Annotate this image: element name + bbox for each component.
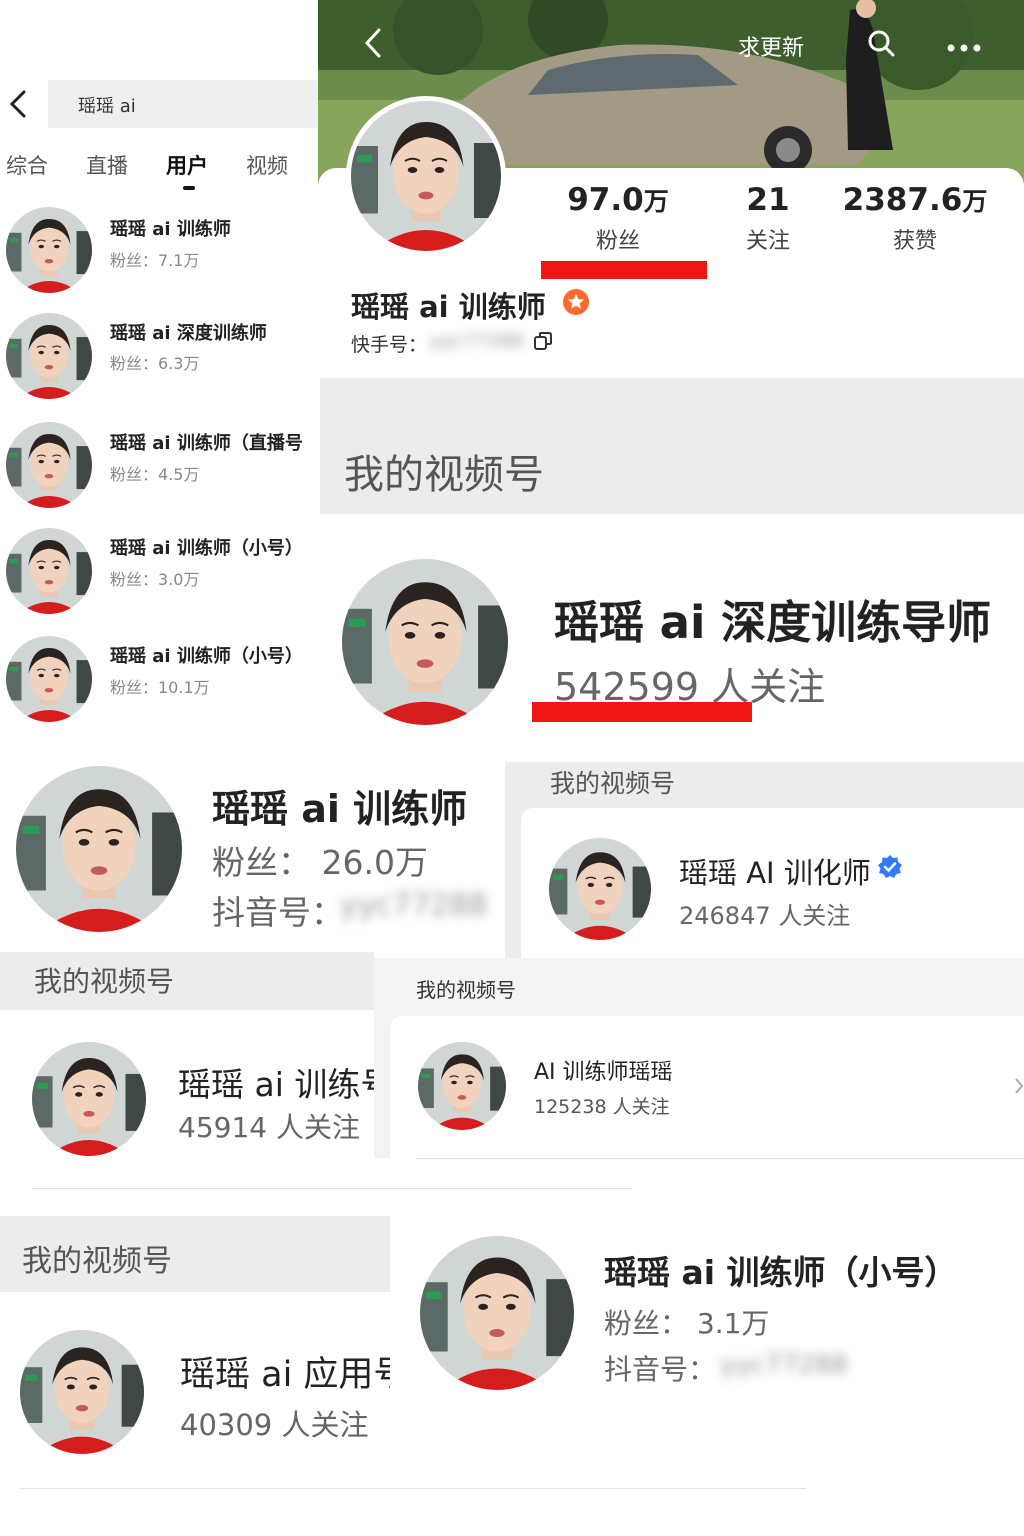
channel-followers: 40309 人关注 <box>180 1408 369 1442</box>
user-fans: 粉丝：7.1万 <box>110 251 200 270</box>
divider <box>32 1188 632 1189</box>
channel-followers: 45914 人关注 <box>178 1111 360 1144</box>
avatar <box>420 1236 574 1390</box>
channel-ai-trainer-panel: 我的视频号 AI 训练师瑶瑶 125238 人关注 <box>374 958 1024 1158</box>
tab-comprehensive[interactable]: 综合 <box>6 150 48 180</box>
copy-icon[interactable] <box>533 331 553 351</box>
channel-name: AI 训练师瑶瑶 <box>534 1060 673 1085</box>
back-arrow-icon[interactable] <box>6 88 32 120</box>
kuaishou-id-value: yyc77288 <box>430 330 524 352</box>
search-results-panel: 瑶瑶 ai 综合 直播 用户 视频 瑶瑶 ai 训练师 粉丝：7.1万 瑶瑶 a… <box>0 0 318 735</box>
highlight-underline <box>541 261 707 279</box>
channel-card[interactable]: 瑶瑶 ai 应用号 40309 人关注 <box>0 1292 410 1492</box>
avatar <box>6 422 92 508</box>
douyin-id-value: yyc77288 <box>720 1350 848 1380</box>
user-name: 瑶瑶 ai 训练师（小号） <box>110 538 303 559</box>
divider <box>20 1488 806 1489</box>
channel-name: 瑶瑶 ai 训练号 <box>178 1065 374 1104</box>
user-fans: 粉丝：4.5万 <box>110 465 200 484</box>
channel-section-header: 我的视频号 <box>0 952 374 1010</box>
verified-badge-icon <box>877 854 903 880</box>
chevron-right-icon[interactable] <box>1014 1076 1024 1096</box>
section-title: 我的视频号 <box>34 965 175 998</box>
tab-live[interactable]: 直播 <box>86 150 128 180</box>
tab-videos[interactable]: 视频 <box>246 150 288 180</box>
kuaishou-id-label: 快手号： <box>351 334 428 356</box>
search-query-text: 瑶瑶 ai <box>78 96 136 117</box>
search-icon[interactable] <box>866 28 896 58</box>
section-title: 我的视频号 <box>416 978 516 1002</box>
channel-section-header: 我的视频号 <box>0 1216 390 1292</box>
douyin-id-label: 抖音号： <box>604 1353 717 1386</box>
channel-verified-panel: 我的视频号 瑶瑶 AI 训化师 246847 人关注 <box>505 762 1024 958</box>
avatar <box>549 838 651 940</box>
back-arrow-icon[interactable] <box>360 26 386 60</box>
section-title: 我的视频号 <box>550 769 676 798</box>
more-icon[interactable] <box>946 38 986 52</box>
channel-card[interactable]: 瑶瑶 ai 深度训练导师 542599 人关注 <box>318 514 1024 762</box>
profile-name: 瑶瑶 ai 训练师 <box>351 290 546 324</box>
user-name: 瑶瑶 ai 训练师（小号） <box>110 646 303 667</box>
avatar <box>6 528 92 614</box>
section-title: 我的视频号 <box>344 452 544 498</box>
kuaishou-profile-panel: 求更新 97.0万 粉丝 21 关注 2387.6万 获赞 瑶瑶 ai 训练师 … <box>318 0 1024 378</box>
channel-followers: 125238 人关注 <box>534 1096 670 1118</box>
channel-section-header: 我的视频号 <box>320 378 1024 514</box>
douyin-id-label: 抖音号： <box>212 893 344 932</box>
request-update-button[interactable]: 求更新 <box>738 30 804 62</box>
avatar <box>6 636 92 722</box>
star-badge-icon <box>562 288 590 316</box>
channel-followers: 246847 人关注 <box>679 902 851 930</box>
channel-name: 瑶瑶 AI 训化师 <box>679 856 871 890</box>
avatar <box>6 207 92 293</box>
user-name: 瑶瑶 ai 训练师（直播号 <box>110 433 303 454</box>
section-title: 我的视频号 <box>22 1244 172 1279</box>
channel-card[interactable]: 瑶瑶 ai 训练号 45914 人关注 <box>0 1010 374 1190</box>
avatar <box>20 1330 144 1454</box>
user-name: 瑶瑶 ai 训练师 <box>110 219 231 240</box>
user-fans: 粉丝：6.3万 <box>110 354 200 373</box>
douyin-profile-card[interactable]: 瑶瑶 ai 训练师 粉丝： 26.0万 抖音号： yyc77288 <box>0 740 505 952</box>
stat-fans-label: 粉丝 <box>595 229 640 254</box>
channel-name: 瑶瑶 ai 深度训练导师 <box>554 596 992 649</box>
douyin-id-value: yyc77288 <box>340 888 488 923</box>
channel-card[interactable]: 瑶瑶 AI 训化师 246847 人关注 <box>521 808 1024 958</box>
avatar <box>418 1042 506 1130</box>
avatar <box>32 1042 146 1156</box>
search-input[interactable]: 瑶瑶 ai <box>48 80 318 128</box>
stat-following-number[interactable]: 21 <box>683 182 853 218</box>
stat-likes-number[interactable]: 2387.6万 <box>830 182 1000 218</box>
profile-name: 瑶瑶 ai 训练师 <box>212 787 468 831</box>
stat-following-label: 关注 <box>745 229 790 254</box>
channel-name: 瑶瑶 ai 应用号 <box>180 1355 409 1395</box>
avatar <box>16 766 182 932</box>
active-tab-indicator <box>183 186 195 190</box>
profile-fans: 粉丝： 26.0万 <box>212 843 428 882</box>
channel-card[interactable]: AI 训练师瑶瑶 125238 人关注 <box>390 1016 1024 1158</box>
avatar <box>342 559 508 725</box>
stat-fans-number[interactable]: 97.0万 <box>533 182 703 218</box>
avatar <box>6 313 92 399</box>
tab-users[interactable]: 用户 <box>166 150 208 180</box>
avatar[interactable] <box>346 96 506 256</box>
user-fans: 粉丝：10.1万 <box>110 678 210 697</box>
user-name: 瑶瑶 ai 深度训练师 <box>110 323 267 344</box>
profile-name: 瑶瑶 ai 训练师（小号） <box>604 1253 958 1292</box>
highlight-underline <box>532 702 752 722</box>
stat-likes-label: 获赞 <box>892 229 937 254</box>
user-fans: 粉丝：3.0万 <box>110 570 200 589</box>
divider <box>416 1158 1024 1159</box>
profile-fans: 粉丝： 3.1万 <box>604 1307 770 1340</box>
douyin-profile-card[interactable]: 瑶瑶 ai 训练师（小号） 粉丝： 3.1万 抖音号： yyc77288 <box>390 1200 1024 1416</box>
